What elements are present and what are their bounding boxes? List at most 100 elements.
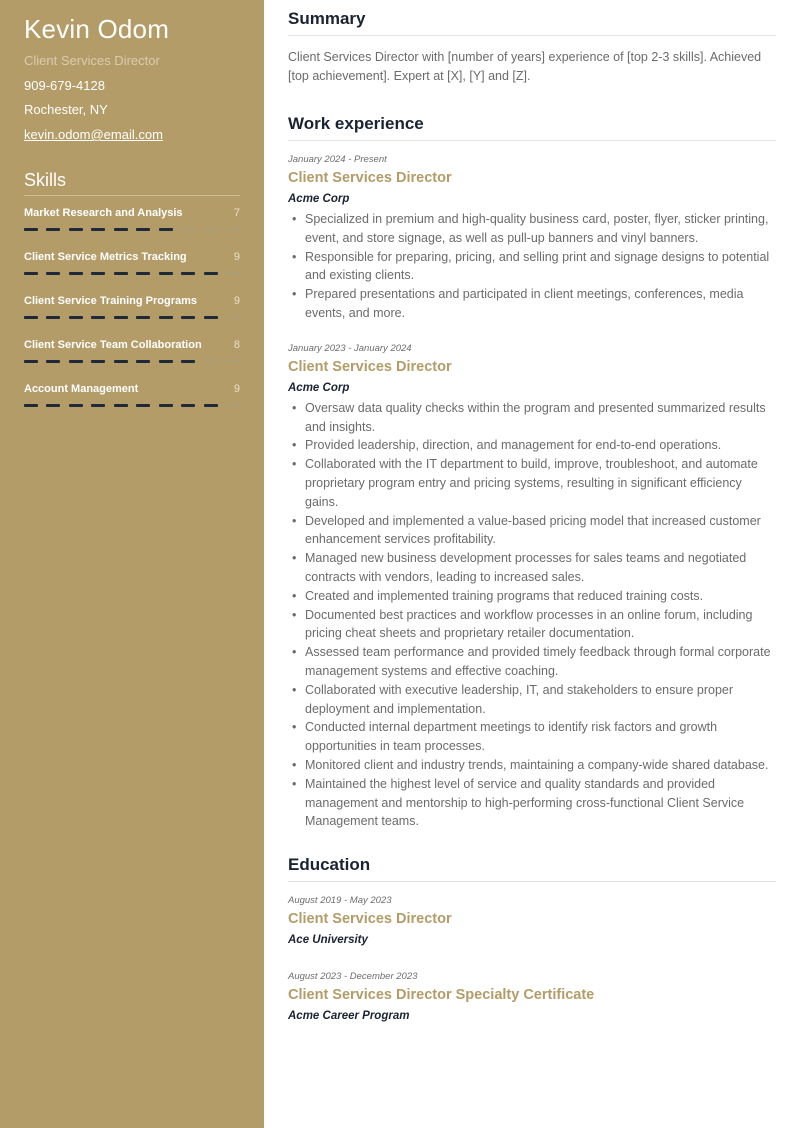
rating-segment-empty: [203, 361, 218, 362]
skill-name: Client Service Team Collaboration: [24, 339, 202, 351]
rating-segment-filled: [136, 316, 151, 319]
skill-score: 9: [233, 383, 240, 395]
rating-segment-filled: [91, 228, 106, 231]
rating-segment-empty: [225, 273, 240, 274]
education-school: Ace University: [288, 934, 368, 947]
education-heading: Education: [288, 855, 371, 875]
rating-segment-filled: [203, 272, 218, 275]
education-school: Acme Career Program: [288, 1010, 410, 1023]
rating-segment-filled: [136, 404, 151, 407]
phone-number: 909-679-4128: [24, 78, 105, 93]
bullet-item: Provided leadership, direction, and mana…: [288, 436, 776, 455]
section-divider: [288, 35, 776, 36]
job-dates: January 2024 - Present: [288, 154, 387, 165]
rating-segment-filled: [113, 316, 128, 319]
skills-heading: Skills: [24, 170, 67, 190]
skill-item: Client Service Team Collaboration 8: [24, 338, 240, 382]
job-company: Acme Corp: [288, 381, 350, 394]
job-bullets: Specialized in premium and high-quality …: [288, 210, 776, 323]
bullet-item: Prepared presentations and participated …: [288, 285, 776, 323]
rating-segment-filled: [113, 404, 128, 407]
rating-segment-filled: [46, 272, 61, 275]
rating-segment-filled: [24, 272, 38, 275]
education-entry: August 2023 - December 2023 Client Servi…: [288, 971, 776, 1023]
rating-segment-filled: [113, 360, 128, 363]
education-dates: August 2019 - May 2023: [288, 895, 392, 907]
rating-segment-filled: [91, 404, 106, 407]
skill-rating-bar: [24, 316, 240, 319]
education-degree: Client Services Director: [288, 911, 452, 928]
rating-segment-filled: [91, 316, 106, 319]
rating-segment-empty: [225, 405, 240, 406]
rating-segment-filled: [181, 316, 196, 319]
rating-segment-empty: [225, 361, 240, 362]
rating-segment-empty: [225, 317, 240, 318]
education-entry: August 2019 - May 2023 Client Services D…: [288, 895, 776, 947]
bullet-item: Maintained the highest level of service …: [288, 775, 776, 831]
main-content: Summary Client Services Director with [n…: [288, 0, 776, 1023]
rating-segment-filled: [46, 228, 61, 231]
job-role: Client Services Director: [288, 358, 452, 375]
skill-name: Client Service Training Programs: [24, 295, 198, 307]
sidebar: Kevin Odom Client Services Director 909-…: [0, 0, 264, 1128]
rating-segment-filled: [136, 360, 151, 363]
skill-name: Client Service Metrics Tracking: [24, 251, 187, 263]
candidate-title: Client Services Director: [24, 53, 160, 68]
rating-segment-filled: [68, 360, 83, 363]
bullet-item: Monitored client and industry trends, ma…: [288, 756, 776, 775]
rating-segment-filled: [203, 316, 218, 319]
location: Rochester, NY: [24, 102, 108, 117]
rating-segment-filled: [46, 404, 61, 407]
bullet-item: Responsible for preparing, pricing, and …: [288, 248, 776, 286]
rating-segment-filled: [181, 272, 196, 275]
job-entry: January 2024 - Present Client Services D…: [288, 154, 776, 323]
bullet-item: Managed new business development process…: [288, 549, 776, 587]
skill-score: 9: [233, 295, 240, 307]
bullet-item: Assessed team performance and provided t…: [288, 643, 776, 681]
email-link[interactable]: kevin.odom@email.com: [24, 127, 163, 143]
skill-name: Market Research and Analysis: [24, 207, 183, 219]
rating-segment-filled: [24, 228, 38, 231]
bullet-item: Conducted internal department meetings t…: [288, 718, 776, 756]
bullet-item: Created and implemented training program…: [288, 587, 776, 606]
skill-score: 8: [233, 339, 240, 351]
rating-segment-filled: [113, 228, 128, 231]
rating-segment-filled: [181, 404, 196, 407]
job-entry: January 2023 - January 2024 Client Servi…: [288, 343, 776, 831]
rating-segment-filled: [203, 404, 218, 407]
bullet-item: Oversaw data quality checks within the p…: [288, 399, 776, 437]
rating-segment-filled: [24, 316, 38, 319]
job-company: Acme Corp: [288, 193, 350, 205]
skill-rating-bar: [24, 272, 240, 275]
bullet-item: Documented best practices and workflow p…: [288, 606, 776, 644]
rating-segment-filled: [24, 404, 38, 407]
education-degree: Client Services Director Specialty Certi…: [288, 987, 595, 1004]
rating-segment-filled: [46, 316, 61, 319]
skill-item: Account Management 9: [24, 382, 240, 426]
rating-segment-filled: [68, 404, 83, 407]
skill-score: 9: [233, 251, 240, 263]
job-dates: January 2023 - January 2024: [288, 342, 412, 354]
rating-segment-filled: [68, 228, 83, 231]
rating-segment-filled: [136, 272, 151, 275]
rating-segment-filled: [24, 360, 38, 363]
skills-list: Market Research and Analysis 7 Client Se…: [24, 206, 240, 426]
bullet-item: Specialized in premium and high-quality …: [288, 210, 776, 248]
rating-segment-filled: [46, 360, 61, 363]
rating-segment-filled: [158, 272, 173, 275]
rating-segment-filled: [68, 272, 83, 275]
skill-score: 7: [233, 207, 240, 219]
summary-heading: Summary: [288, 9, 366, 28]
rating-segment-filled: [91, 272, 106, 275]
section-divider: [288, 881, 776, 883]
job-bullets: Oversaw data quality checks within the p…: [288, 399, 776, 831]
job-role: Client Services Director: [288, 170, 452, 186]
education-dates: August 2023 - December 2023: [288, 971, 418, 983]
candidate-name: Kevin Odom: [24, 14, 170, 44]
rating-segment-filled: [181, 360, 196, 363]
rating-segment-filled: [158, 228, 173, 231]
summary-text: Client Services Director with [number of…: [288, 50, 762, 83]
rating-segment-filled: [158, 360, 173, 363]
rating-segment-filled: [68, 316, 83, 319]
skill-name: Account Management: [24, 383, 139, 395]
